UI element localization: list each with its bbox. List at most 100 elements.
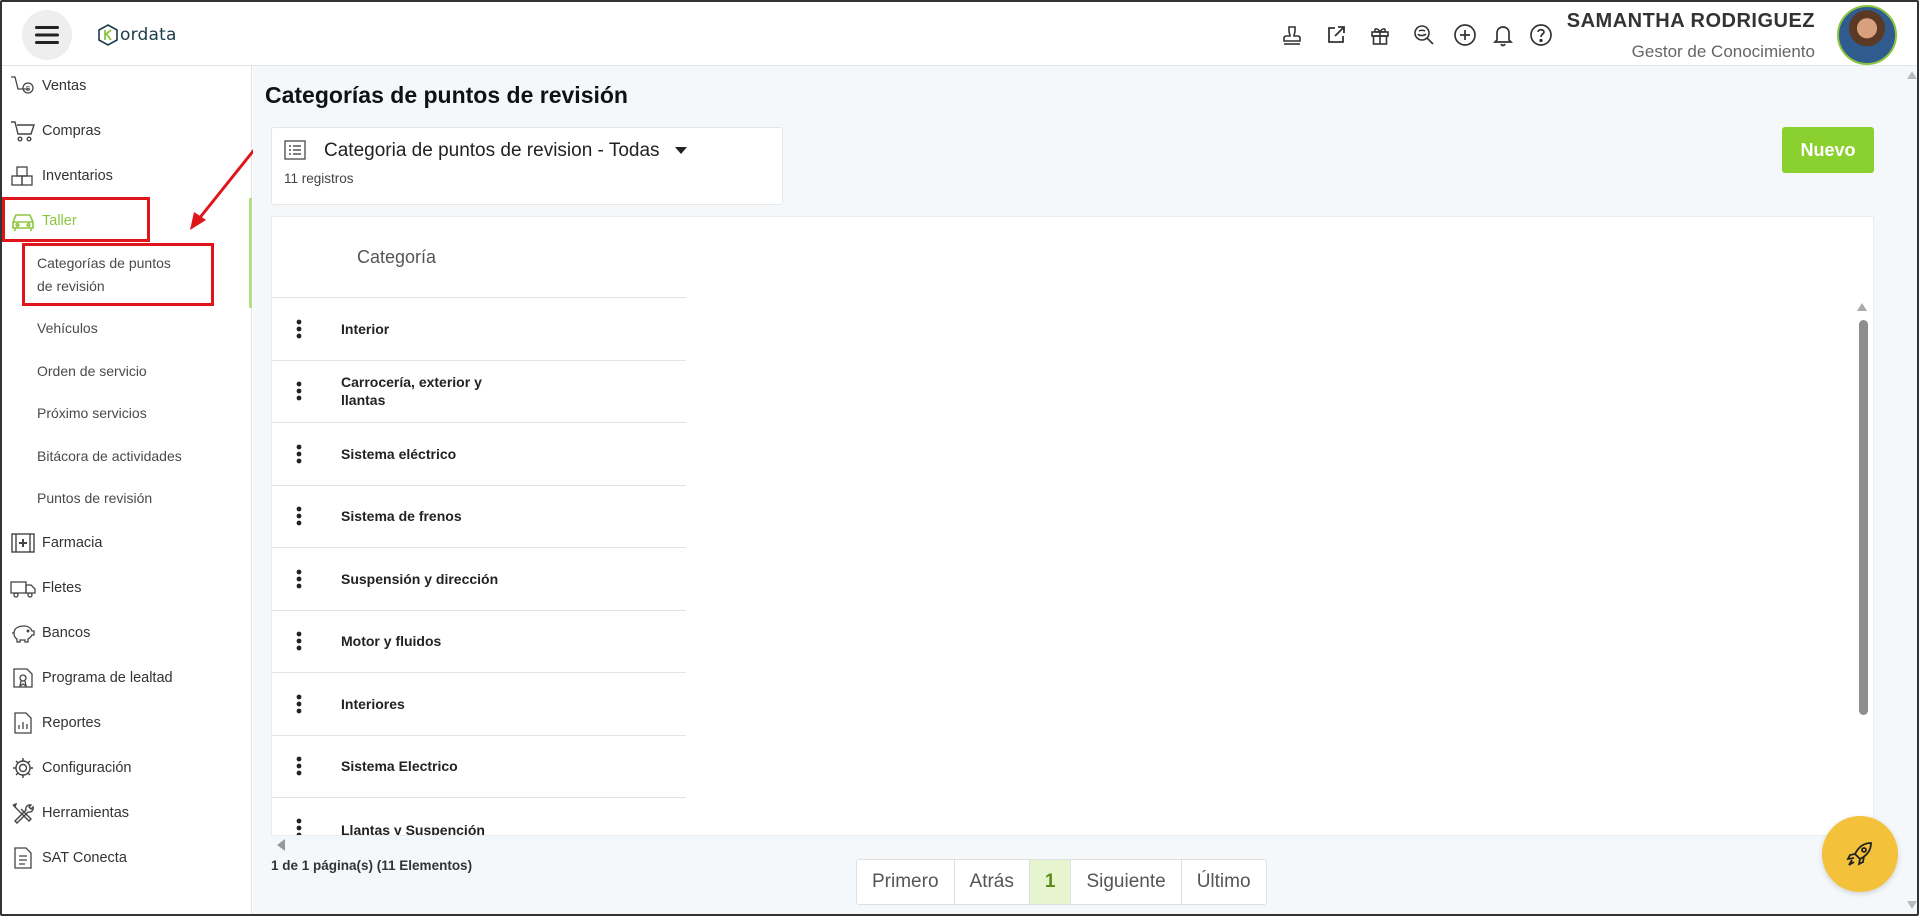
table-body: Interior Carrocería, exterior y llantas … — [272, 297, 686, 835]
sidebar-item-bancos[interactable]: Bancos — [10, 619, 90, 647]
sidebar-item-reportes[interactable]: Reportes — [10, 709, 101, 737]
sidebar-item-ventas[interactable]: $ Ventas — [10, 72, 86, 100]
sidebar-item-lealtad[interactable]: Programa de lealtad — [10, 664, 173, 692]
more-options-icon[interactable] — [296, 756, 302, 776]
sidebar-item-label: Fletes — [42, 580, 82, 596]
caret-down-icon — [674, 147, 687, 154]
sidebar-subitem-orden-servicio[interactable]: Orden de servicio — [37, 360, 147, 383]
record-count: 11 registros — [284, 171, 354, 186]
new-button[interactable]: Nuevo — [1782, 127, 1874, 173]
table-cell: Motor y fluidos — [341, 633, 442, 650]
scroll-up-arrow-icon[interactable] — [1856, 302, 1868, 312]
page-first-button[interactable]: Primero — [857, 860, 955, 904]
page-current-button[interactable]: 1 — [1029, 860, 1072, 904]
table-row[interactable]: Sistema eléctrico — [272, 422, 686, 485]
sidebar-item-farmacia[interactable]: Farmacia — [10, 529, 102, 557]
add-button[interactable] — [1446, 20, 1484, 50]
table-row[interactable]: Suspensión y dirección — [272, 547, 686, 610]
page-next-button[interactable]: Siguiente — [1071, 860, 1182, 904]
external-link-button[interactable] — [1314, 20, 1358, 50]
rocket-fab-button[interactable] — [1822, 816, 1898, 892]
help-button[interactable] — [1522, 20, 1560, 50]
more-options-icon[interactable] — [296, 381, 302, 401]
sidebar-item-label: Compras — [42, 123, 101, 139]
page-scroll-down-icon[interactable] — [1906, 900, 1918, 910]
gear-icon — [13, 758, 33, 778]
boxes-icon — [11, 166, 33, 186]
pagination: Primero Atrás 1 Siguiente Último — [856, 859, 1267, 905]
sidebar-item-inventarios[interactable]: Inventarios — [10, 162, 113, 190]
sidebar-item-compras[interactable]: Compras — [10, 117, 101, 145]
sidebar-item-label: Inventarios — [42, 168, 113, 184]
sidebar-item-fletes[interactable]: Fletes — [10, 574, 82, 602]
table-cell: Llantas y Suspención — [341, 822, 485, 835]
pagination-info: 1 de 1 página(s) (11 Elementos) — [271, 858, 473, 873]
page-scroll-up-icon[interactable] — [1906, 70, 1918, 80]
table-row[interactable]: Carrocería, exterior y llantas — [272, 359, 686, 423]
sales-icon: $ — [11, 76, 34, 94]
pharmacy-icon — [11, 533, 35, 553]
sidebar-subitem-vehiculos[interactable]: Vehículos — [37, 317, 98, 340]
highlight-box-categorias — [22, 243, 214, 306]
sidebar-subitem-puntos-revision[interactable]: Puntos de revisión — [37, 487, 152, 510]
table-row[interactable]: Sistema de frenos — [272, 484, 686, 548]
piggy-bank-icon — [12, 625, 35, 643]
app-logo[interactable]: ordata — [98, 24, 177, 46]
more-options-icon[interactable] — [296, 569, 302, 589]
scroll-left-arrow-icon[interactable] — [276, 838, 286, 852]
bell-icon — [1492, 26, 1514, 47]
user-name[interactable]: SAMANTHA RODRIGUEZ — [1567, 10, 1815, 33]
more-options-icon[interactable] — [296, 631, 302, 651]
sidebar-item-herramientas[interactable]: Herramientas — [10, 799, 129, 827]
header-actions — [1270, 20, 1560, 50]
more-options-icon[interactable] — [296, 506, 302, 526]
table-scrollbar-thumb[interactable] — [1859, 320, 1868, 715]
svg-text:$: $ — [26, 86, 30, 93]
avatar[interactable] — [1837, 5, 1897, 65]
app-window: ordata SAMANTHA RODRIGUEZ Gestor de Cono… — [0, 0, 1919, 916]
table-row[interactable]: Motor y fluidos — [272, 609, 686, 673]
gift-icon — [1371, 28, 1389, 45]
top-bar: ordata SAMANTHA RODRIGUEZ Gestor de Cono… — [2, 2, 1917, 66]
sidebar-item-sat-conecta[interactable]: SAT Conecta — [10, 844, 127, 872]
page-prev-button[interactable]: Atrás — [955, 860, 1030, 904]
table-row[interactable]: Interiores — [272, 672, 686, 735]
sidebar-item-configuracion[interactable]: Configuración — [10, 754, 131, 782]
page-last-button[interactable]: Último — [1182, 860, 1266, 904]
sidebar-item-label: SAT Conecta — [42, 850, 127, 866]
stamp-icon — [1283, 26, 1301, 45]
notifications-button[interactable] — [1484, 20, 1522, 50]
column-header-categoria[interactable]: Categoría — [357, 247, 436, 268]
help-icon — [1530, 24, 1552, 46]
plus-circle-icon — [1454, 24, 1476, 46]
document-icon — [14, 847, 32, 869]
highlight-box-taller — [2, 197, 150, 242]
annotation-arrow-icon — [190, 149, 256, 230]
more-options-icon[interactable] — [296, 444, 302, 464]
gift-button[interactable] — [1358, 20, 1402, 50]
more-options-icon[interactable] — [296, 818, 302, 835]
logo-hexagon-icon — [98, 24, 118, 46]
table-cell: Sistema eléctrico — [341, 445, 457, 462]
sidebar-item-label: Programa de lealtad — [42, 670, 173, 686]
filter-dropdown[interactable]: Categoria de puntos de revision - Todas — [324, 140, 688, 162]
table-row[interactable]: Sistema Electrico — [272, 734, 686, 798]
more-options-icon[interactable] — [296, 694, 302, 714]
hamburger-menu-button[interactable] — [22, 10, 72, 60]
report-icon — [14, 712, 32, 734]
table-cell: Sistema de frenos — [341, 508, 462, 525]
table-row[interactable]: Llantas y Suspención — [272, 797, 686, 835]
sidebar-subitem-bitacora[interactable]: Bitácora de actividades — [37, 445, 182, 468]
sidebar-item-label: Reportes — [42, 715, 101, 731]
table-row[interactable]: Interior — [272, 297, 686, 360]
search-zoom-button[interactable] — [1402, 20, 1446, 50]
sidebar-subitem-proximo-servicios[interactable]: Próximo servicios — [37, 402, 147, 425]
filter-label: Categoria de puntos de revision - Todas — [324, 140, 660, 161]
sidebar-item-label: Configuración — [42, 760, 132, 776]
table-cell: Interior — [341, 320, 390, 337]
more-options-icon[interactable] — [296, 319, 302, 339]
table-cell: Sistema Electrico — [341, 758, 458, 775]
stamp-button[interactable] — [1270, 20, 1314, 50]
tools-icon — [12, 802, 34, 824]
loyalty-icon — [13, 668, 33, 688]
